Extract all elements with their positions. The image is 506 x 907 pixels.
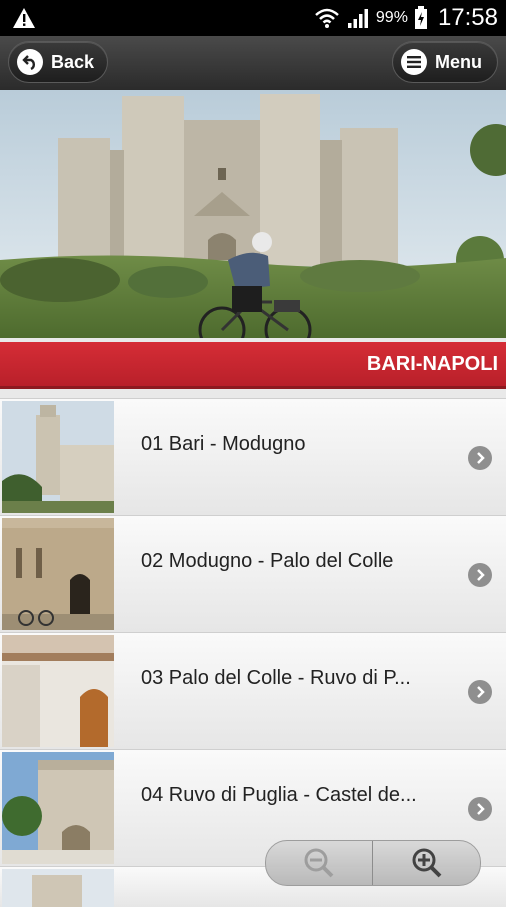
route-thumbnail bbox=[2, 401, 114, 513]
zoom-control bbox=[265, 840, 481, 886]
section-title: BARI-NAPOLI bbox=[366, 353, 498, 375]
hero-image bbox=[0, 90, 506, 338]
chevron-right-icon bbox=[468, 680, 492, 704]
route-thumbnail bbox=[2, 752, 114, 864]
route-thumbnail bbox=[2, 635, 114, 747]
wifi-icon bbox=[315, 8, 339, 28]
menu-icon bbox=[401, 49, 427, 75]
battery-icon bbox=[414, 6, 427, 29]
app-header: Back Menu bbox=[0, 36, 506, 90]
menu-label: Menu bbox=[435, 51, 482, 72]
route-label: 02 Modugno - Palo del Colle bbox=[141, 550, 394, 572]
battery-percent: 99% bbox=[375, 9, 408, 26]
route-label: 03 Palo del Colle - Ruvo di P... bbox=[141, 667, 411, 689]
zoom-out-icon bbox=[304, 848, 334, 878]
menu-button[interactable]: Menu bbox=[392, 41, 498, 83]
back-button[interactable]: Back bbox=[8, 41, 108, 83]
signal-icon bbox=[347, 9, 368, 28]
warning-icon bbox=[13, 8, 35, 28]
zoom-in-icon bbox=[412, 848, 442, 878]
clock: 17:58 bbox=[437, 4, 498, 31]
chevron-right-icon bbox=[468, 797, 492, 821]
back-arrow-icon bbox=[17, 49, 43, 75]
list-item[interactable]: 02 Modugno - Palo del Colle bbox=[0, 515, 506, 632]
zoom-out-button[interactable] bbox=[266, 841, 373, 885]
route-label: 04 Ruvo di Puglia - Castel de... bbox=[141, 784, 417, 806]
route-label: 01 Bari - Modugno bbox=[141, 433, 306, 455]
status-bar: 99% 17:58 bbox=[0, 0, 506, 36]
list-item[interactable]: 03 Palo del Colle - Ruvo di P... bbox=[0, 632, 506, 749]
zoom-in-button[interactable] bbox=[374, 841, 480, 885]
route-thumbnail bbox=[2, 869, 114, 907]
section-header: BARI-NAPOLI bbox=[0, 342, 506, 389]
chevron-right-icon bbox=[468, 563, 492, 587]
route-thumbnail bbox=[2, 518, 114, 630]
chevron-right-icon bbox=[468, 446, 492, 470]
route-list: 01 Bari - Modugno 02 Modugno - Palo del … bbox=[0, 398, 506, 907]
list-item[interactable]: 01 Bari - Modugno bbox=[0, 398, 506, 515]
back-label: Back bbox=[51, 51, 95, 72]
